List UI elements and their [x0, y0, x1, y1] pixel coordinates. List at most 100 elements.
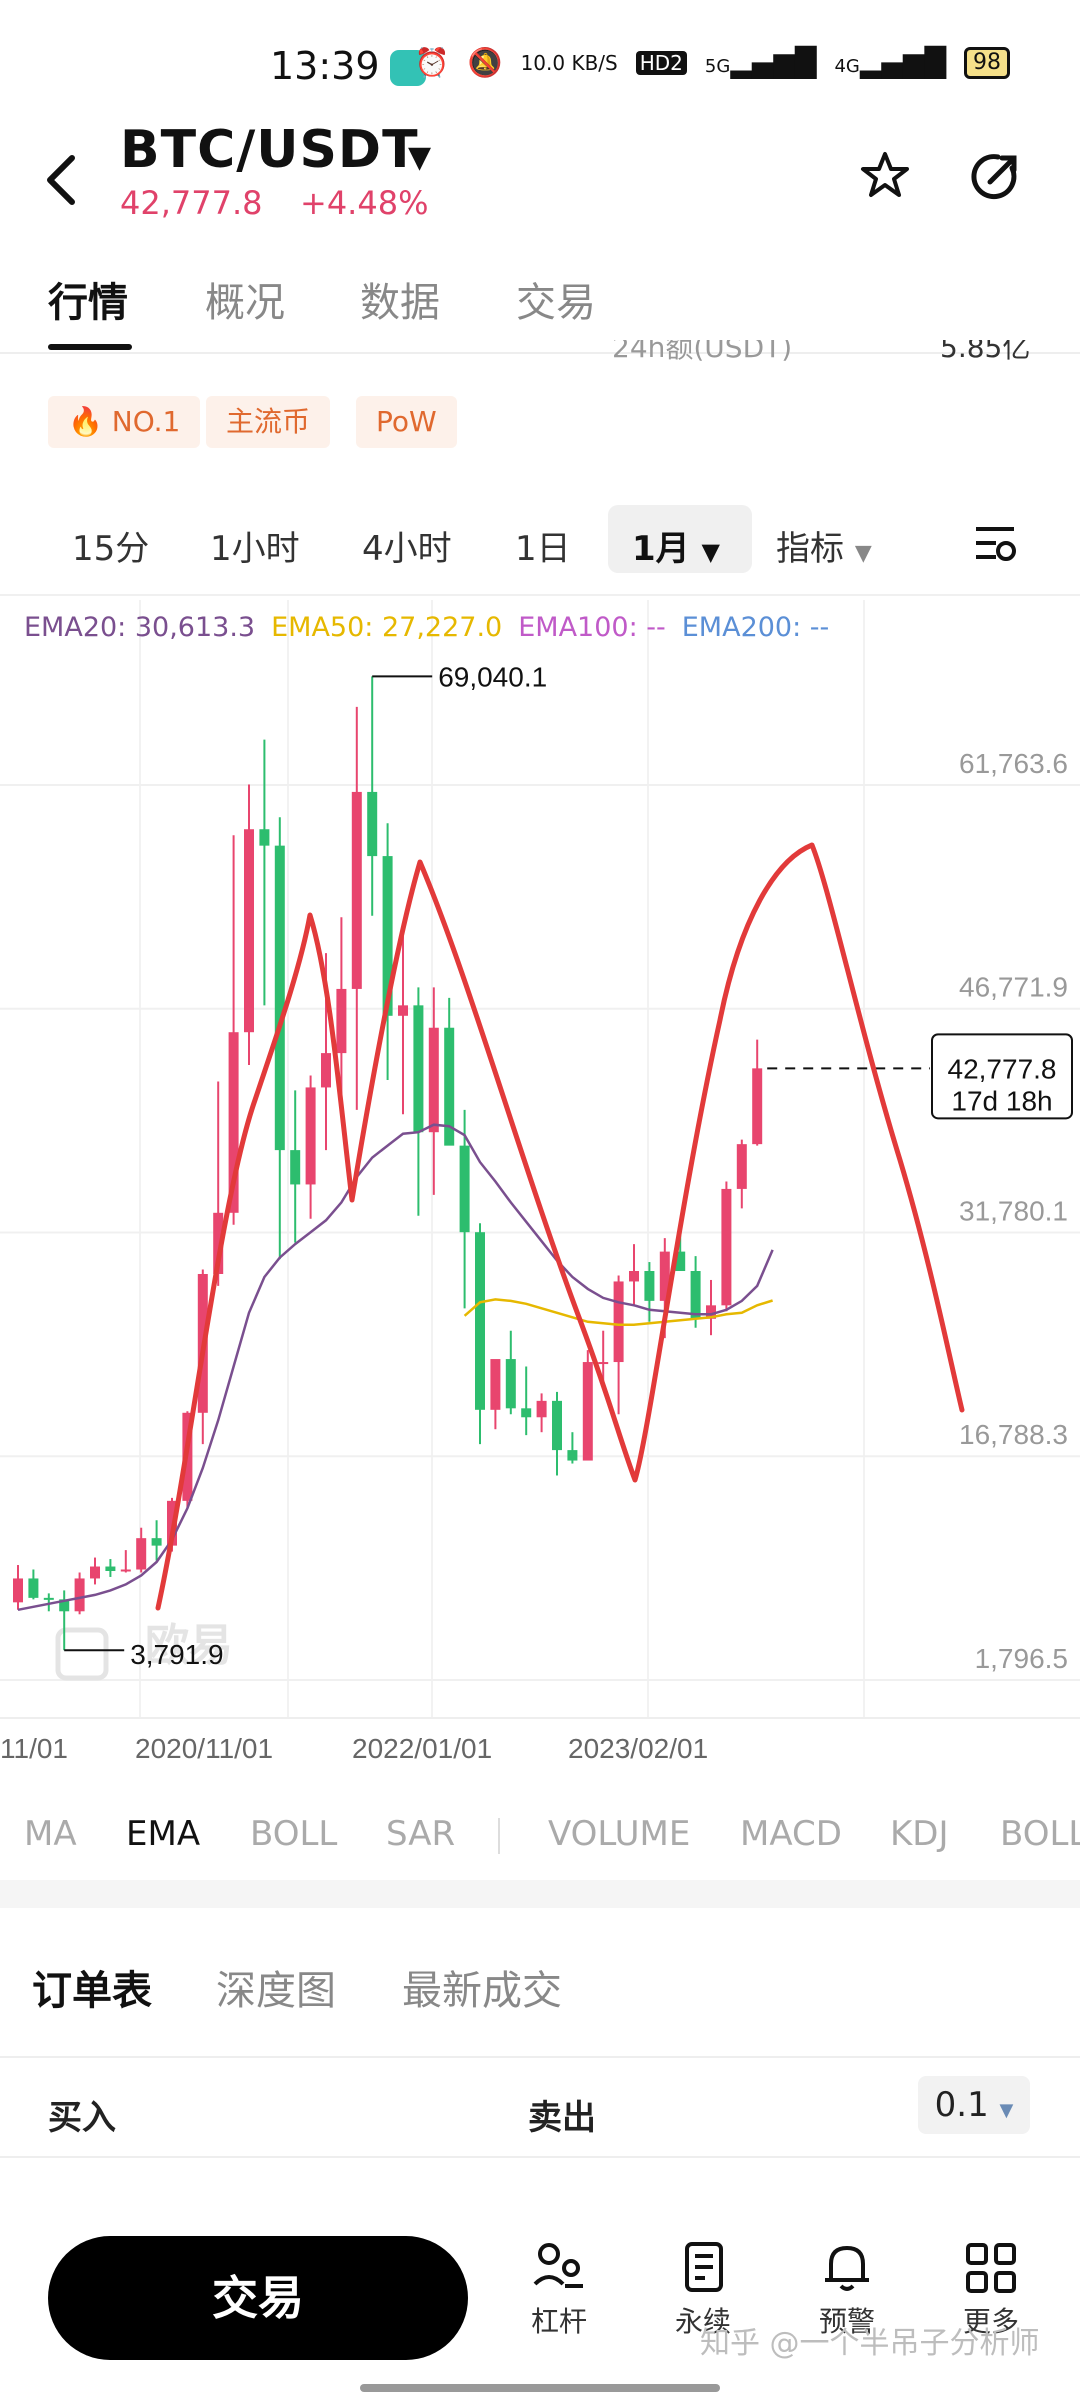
ema-legend-item: EMA20: 30,613.3	[24, 612, 256, 643]
nav-leverage-label: 杠杆	[530, 2305, 587, 2338]
ind-ema[interactable]: EMA	[126, 1814, 200, 1854]
trade-button[interactable]: 交易	[48, 2236, 468, 2360]
candle-body	[490, 1359, 501, 1410]
chevron-down-icon: ▼	[999, 2100, 1014, 2121]
ema-legend-item: EMA200: --	[681, 612, 830, 643]
hd-badge: HD2	[635, 50, 687, 75]
candle-body	[413, 1005, 424, 1133]
grid-icon	[966, 2243, 1016, 2293]
candle-body	[74, 1578, 85, 1612]
price-chart[interactable]: 欧易61,763.646,771.931,780.116,788.31,796.…	[0, 600, 1080, 1790]
tf-1h[interactable]: 1小时	[210, 521, 300, 570]
candle-body	[721, 1188, 732, 1306]
ind-sar[interactable]: SAR	[386, 1814, 455, 1854]
divider	[498, 1818, 500, 1854]
candle-body	[367, 791, 378, 857]
pair-dropdown-icon[interactable]: ▼	[408, 140, 431, 175]
x-axis-label: 2022/01/01	[352, 1733, 492, 1764]
perpetual-icon	[685, 2242, 723, 2292]
candle-body	[105, 1566, 116, 1571]
tab-depth-chart[interactable]: 深度图	[216, 1958, 336, 2016]
ind-macd[interactable]: MACD	[740, 1814, 842, 1854]
candle-body	[351, 791, 362, 989]
home-indicator[interactable]	[360, 2384, 720, 2392]
candle-body	[567, 1450, 578, 1461]
candle-body	[28, 1578, 39, 1598]
y-axis-label: 31,780.1	[959, 1195, 1068, 1226]
mute-icon: 🔕	[467, 46, 503, 79]
tab-market[interactable]: 行情	[48, 270, 128, 328]
tf-15m[interactable]: 15分	[72, 521, 149, 570]
tab-trade[interactable]: 交易	[516, 270, 596, 328]
candle-body	[259, 829, 270, 846]
countdown-label: 17d 18h	[951, 1085, 1052, 1116]
candle-body	[428, 1027, 439, 1133]
chevron-down-icon: ▼	[701, 538, 720, 566]
candle-body	[398, 1005, 408, 1016]
pair-title[interactable]: BTC/USDT	[120, 120, 419, 180]
candle-body	[336, 988, 347, 1054]
candle-body	[613, 1281, 624, 1363]
favorite-star-icon[interactable]	[860, 150, 910, 200]
divider	[0, 2156, 1080, 2158]
candle-body	[321, 1053, 331, 1088]
candle-body	[505, 1359, 516, 1409]
ema20-line	[17, 1123, 774, 1612]
low-label: 3,791.9	[130, 1639, 223, 1670]
candle-body	[151, 1538, 162, 1546]
section-separator	[0, 1880, 1080, 1908]
signal-5g: 5G▂▄▆█	[704, 46, 817, 79]
signal-4g: 4G▂▄▆█	[834, 46, 946, 79]
battery-icon: 98	[964, 46, 1010, 79]
leverage-icon	[533, 2243, 583, 2288]
buy-column-header: 买入	[48, 2098, 116, 2138]
chart-settings-icon[interactable]	[974, 525, 1018, 565]
watermark: 知乎 @一个半吊子分析师	[700, 2326, 1040, 2361]
tab-latest-trades[interactable]: 最新成交	[402, 1958, 562, 2016]
status-time: 13:39	[270, 44, 380, 88]
share-icon[interactable]	[968, 150, 1022, 204]
net-speed: 10.0 KB/S	[520, 50, 618, 75]
candle-body	[13, 1578, 23, 1603]
y-axis-label: 16,788.3	[959, 1419, 1068, 1450]
candle-body	[305, 1087, 316, 1185]
ind-volume[interactable]: VOLUME	[548, 1814, 690, 1854]
candle-body	[120, 1569, 131, 1572]
price-change: +4.48%	[300, 184, 429, 222]
precision-select[interactable]: 0.1 ▼	[918, 2076, 1030, 2134]
current-price-label: 42,777.8	[948, 1053, 1057, 1084]
candle-body	[552, 1400, 562, 1451]
ind-boll[interactable]: BOLL	[250, 1814, 337, 1854]
tag-mainstream: 主流币	[206, 396, 331, 448]
high-label: 69,040.1	[438, 661, 547, 692]
tf-1d[interactable]: 1日	[515, 521, 571, 570]
ema-legend-item: EMA100: --	[518, 612, 666, 643]
candle-body	[752, 1068, 763, 1145]
ind-boll-sub[interactable]: BOLL	[1000, 1814, 1080, 1854]
tf-1mo[interactable]: 1月 ▼	[632, 521, 720, 570]
candle-body	[582, 1362, 593, 1461]
ema-legend-item: EMA50: 27,227.0	[271, 612, 503, 643]
main-tabs: 行情 概况 数据 交易	[0, 270, 1080, 350]
candle-body	[598, 1362, 609, 1365]
nav-leverage[interactable]: 杠杆	[514, 2240, 604, 2340]
candle-body	[274, 845, 285, 1151]
candle-body	[536, 1400, 547, 1418]
candle-body	[521, 1408, 532, 1418]
ind-ma[interactable]: MA	[24, 1814, 77, 1854]
indicator-menu-label: 指标	[776, 529, 844, 569]
tf-4h[interactable]: 4小时	[362, 521, 452, 570]
indicator-menu[interactable]: 指标 ▼	[776, 521, 872, 570]
sell-column-header: 卖出	[528, 2098, 596, 2138]
tab-overview[interactable]: 概况	[205, 270, 285, 328]
candle-body	[459, 1145, 470, 1233]
tag-rank: 🔥 NO.1	[48, 396, 201, 448]
status-icons: ⏰ 🔕 10.0 KB/S HD2 5G▂▄▆█ 4G▂▄▆█ 98	[415, 46, 1010, 79]
y-axis-label: 1,796.5	[975, 1643, 1068, 1674]
tab-order-book[interactable]: 订单表	[32, 1958, 152, 2016]
ind-kdj[interactable]: KDJ	[890, 1814, 949, 1854]
x-axis-label: 2020/11/01	[135, 1733, 273, 1764]
tab-data[interactable]: 数据	[360, 270, 440, 328]
y-axis-label: 61,763.6	[959, 748, 1068, 779]
back-arrow-icon[interactable]	[38, 150, 88, 210]
